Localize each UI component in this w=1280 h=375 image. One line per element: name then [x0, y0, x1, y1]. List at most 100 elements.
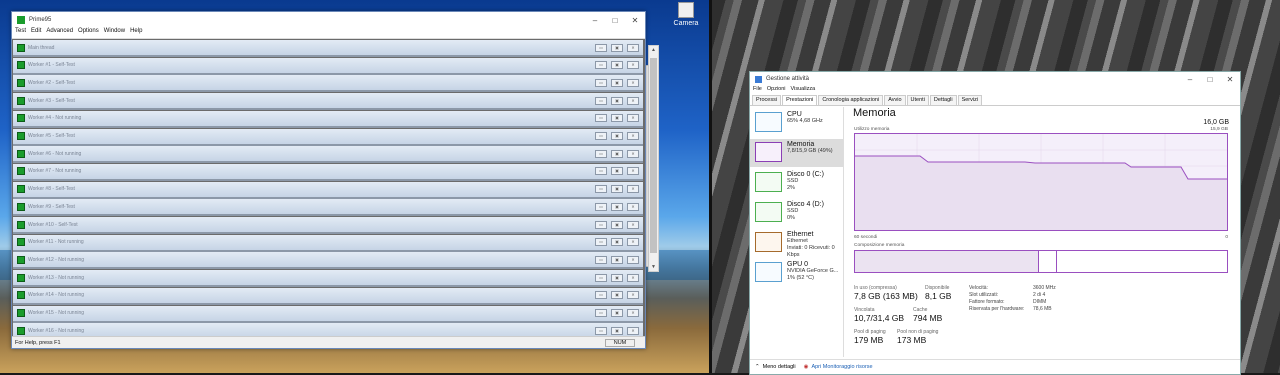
minimize-button[interactable]: – [1180, 75, 1200, 84]
resource-memory[interactable]: Memoria 7,8/15,9 GB (49%) [750, 139, 843, 167]
restore-button[interactable]: ▣ [611, 149, 623, 158]
worker-window[interactable]: Main thread ▭ ▣ ✕ [13, 40, 643, 57]
worker-window[interactable]: Worker #11 - Not running ▭ ▣ ✕ [13, 234, 643, 252]
scroll-up-arrow-icon[interactable]: ▲ [649, 47, 658, 53]
minimize-button[interactable]: ▭ [595, 78, 607, 87]
close-button[interactable]: ✕ [627, 220, 639, 229]
minimize-button[interactable]: ▭ [595, 185, 607, 194]
menu-opzioni[interactable]: Opzioni [767, 86, 786, 95]
menu-advanced[interactable]: Advanced [46, 28, 73, 38]
close-button[interactable]: ✕ [627, 167, 639, 176]
close-button[interactable]: ✕ [627, 96, 639, 105]
restore-button[interactable]: ▣ [611, 132, 623, 140]
close-button[interactable]: ✕ [627, 132, 639, 140]
menu-window[interactable]: Window [104, 28, 125, 38]
restore-button[interactable]: ▣ [611, 255, 623, 264]
minimize-button[interactable]: ▭ [595, 273, 607, 282]
maximize-button[interactable]: □ [605, 16, 625, 25]
worker-window[interactable]: Worker #5 - Self-Test ▭ ▣ ✕ [13, 128, 643, 146]
close-button[interactable]: ✕ [627, 149, 639, 158]
tab-prestazioni[interactable]: Prestazioni [782, 95, 818, 105]
chevron-up-icon[interactable]: ⌃ [755, 364, 760, 370]
tab-avvio[interactable]: Avvio [884, 95, 906, 105]
minimize-button[interactable]: ▭ [595, 167, 607, 176]
minimize-button[interactable]: ▭ [595, 202, 607, 211]
minimize-button[interactable]: ▭ [595, 255, 607, 264]
worker-window[interactable]: Worker #12 - Not running ▭ ▣ ✕ [13, 252, 643, 270]
open-resource-monitor-link[interactable]: Apri Monitoraggio risorse [811, 364, 872, 370]
close-button[interactable]: ✕ [627, 326, 639, 335]
resource-gpu[interactable]: GPU 0 NVIDIA GeForce G... 1% (52 °C) [750, 259, 843, 287]
restore-button[interactable]: ▣ [611, 273, 623, 282]
maximize-button[interactable]: □ [1200, 75, 1220, 84]
worker-window[interactable]: Worker #2 - Self-Test ▭ ▣ ✕ [13, 75, 643, 93]
minimize-button[interactable]: – [585, 16, 605, 25]
menu-visualizza[interactable]: Visualizza [791, 86, 816, 95]
tab-processi[interactable]: Processi [752, 95, 782, 105]
fewer-details-link[interactable]: Meno dettagli [763, 364, 796, 370]
resource-disk-0[interactable]: Disco 0 (C:) SSD 2% [750, 169, 843, 197]
worker-window[interactable]: Worker #10 - Self-Test ▭ ▣ ✕ [13, 217, 643, 234]
close-button[interactable]: ✕ [627, 61, 639, 70]
restore-button[interactable]: ▣ [611, 43, 623, 52]
restore-button[interactable]: ▣ [611, 238, 623, 247]
close-button[interactable]: ✕ [627, 114, 639, 123]
restore-button[interactable]: ▣ [611, 61, 623, 70]
close-button[interactable]: ✕ [627, 185, 639, 194]
close-button[interactable]: ✕ [627, 202, 639, 211]
minimize-button[interactable]: ▭ [595, 238, 607, 247]
restore-button[interactable]: ▣ [611, 220, 623, 229]
worker-window[interactable]: Worker #15 - Not running ▭ ▣ ✕ [13, 305, 643, 323]
minimize-button[interactable]: ▭ [595, 309, 607, 317]
worker-window[interactable]: Worker #8 - Self-Test ▭ ▣ ✕ [13, 181, 643, 199]
minimize-button[interactable]: ▭ [595, 43, 607, 52]
close-button[interactable]: ✕ [627, 273, 639, 282]
minimize-button[interactable]: ▭ [595, 220, 607, 229]
worker-window[interactable]: Worker #1 - Self-Test ▭ ▣ ✕ [13, 57, 643, 75]
close-button[interactable]: ✕ [627, 78, 639, 87]
worker-window[interactable]: Worker #6 - Not running ▭ ▣ ✕ [13, 146, 643, 164]
menu-test[interactable]: Test [15, 28, 26, 38]
vertical-scrollbar[interactable]: ▲ ▼ [648, 45, 659, 272]
restore-button[interactable]: ▣ [611, 326, 623, 335]
prime95-titlebar[interactable]: Prime95 – □ ✕ [12, 12, 645, 28]
tab-dettagli[interactable]: Dettagli [929, 95, 957, 105]
menu-edit[interactable]: Edit [31, 28, 41, 38]
restore-button[interactable]: ▣ [611, 96, 623, 105]
minimize-button[interactable]: ▭ [595, 61, 607, 70]
resource-disk-4[interactable]: Disco 4 (D:) SSD 0% [750, 199, 843, 227]
worker-window[interactable]: Worker #3 - Self-Test ▭ ▣ ✕ [13, 93, 643, 111]
menu-options[interactable]: Options [78, 28, 99, 38]
minimize-button[interactable]: ▭ [595, 149, 607, 158]
scroll-down-arrow-icon[interactable]: ▼ [649, 264, 658, 270]
close-button[interactable]: ✕ [627, 238, 639, 247]
menu-file[interactable]: File [753, 86, 762, 95]
minimize-button[interactable]: ▭ [595, 132, 607, 140]
close-button[interactable]: ✕ [627, 309, 639, 317]
close-button[interactable]: ✕ [627, 43, 639, 52]
worker-window[interactable]: Worker #13 - Not running ▭ ▣ ✕ [13, 270, 643, 288]
close-button[interactable]: ✕ [625, 16, 645, 25]
minimize-button[interactable]: ▭ [595, 326, 607, 335]
worker-window[interactable]: Worker #4 - Not running ▭ ▣ ✕ [13, 110, 643, 128]
restore-button[interactable]: ▣ [611, 291, 623, 300]
resource-cpu[interactable]: CPU 65% 4,68 GHz [750, 109, 843, 137]
restore-button[interactable]: ▣ [611, 202, 623, 211]
worker-window[interactable]: Worker #14 - Not running ▭ ▣ ✕ [13, 287, 643, 305]
restore-button[interactable]: ▣ [611, 167, 623, 176]
task-manager-titlebar[interactable]: Gestione attività – □ ✕ [750, 72, 1240, 86]
resource-ethernet[interactable]: Ethernet Ethernet Inviati: 0 Ricevuti: 0… [750, 229, 843, 258]
restore-button[interactable]: ▣ [611, 185, 623, 194]
minimize-button[interactable]: ▭ [595, 96, 607, 105]
restore-button[interactable]: ▣ [611, 78, 623, 87]
close-button[interactable]: ✕ [1220, 75, 1240, 84]
worker-window[interactable]: Worker #9 - Self-Test ▭ ▣ ✕ [13, 199, 643, 217]
desktop-icon-camera[interactable]: Camera [666, 2, 706, 27]
menu-help[interactable]: Help [130, 28, 142, 38]
restore-button[interactable]: ▣ [611, 114, 623, 123]
close-button[interactable]: ✕ [627, 255, 639, 264]
scrollbar-thumb[interactable] [650, 58, 657, 253]
tab-cronologia[interactable]: Cronologia applicazioni [818, 95, 884, 105]
minimize-button[interactable]: ▭ [595, 291, 607, 300]
worker-window[interactable]: Worker #7 - Not running ▭ ▣ ✕ [13, 163, 643, 181]
